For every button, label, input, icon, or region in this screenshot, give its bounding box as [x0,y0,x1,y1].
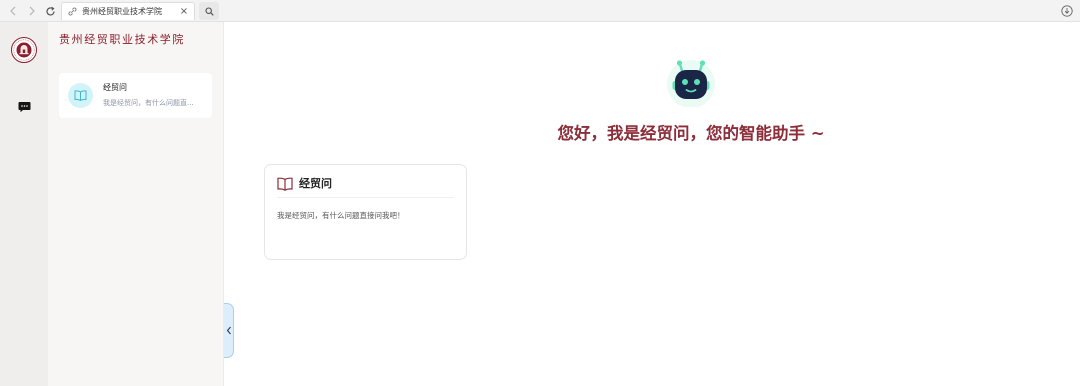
download-icon[interactable] [1059,3,1074,18]
reload-icon[interactable] [42,3,58,19]
robot-avatar-icon [666,57,716,108]
browser-toolbar: 贵州经贸职业技术学院 × [0,0,1080,22]
welcome-greeting: 您好，我是经贸问，您的智能助手 ~ [557,124,825,143]
collapse-sidebar-button[interactable] [224,303,234,358]
school-name: 贵州经贸职业技术学院 [59,33,185,46]
chat-bubble-icon[interactable] [18,98,31,113]
tab-title: 贵州经贸职业技术学院 [82,7,162,16]
assistant-intro-card[interactable]: 经贸问 我是经贸问，有什么问题直接问我吧！ [264,164,467,260]
book-icon [68,83,93,108]
card-header: 经贸问 [277,175,332,191]
back-icon[interactable] [5,3,21,19]
browser-tab[interactable]: 贵州经贸职业技术学院 × [61,2,195,20]
link-icon [67,7,77,17]
chevron-left-icon [226,326,231,335]
conversation-sidebar: 贵州经贸职业技术学院 经贸问 我是经贸问，有什么问题直... [48,22,224,386]
card-title: 经贸问 [299,177,332,190]
conversation-preview: 我是经贸问，有什么问题直... [103,99,194,107]
tab-close-icon[interactable]: × [179,6,189,17]
forward-icon[interactable] [24,3,40,19]
conversation-item[interactable]: 经贸问 我是经贸问，有什么问题直... [59,73,212,118]
conversation-title: 经贸问 [103,83,127,92]
icon-rail [0,22,48,386]
card-divider [277,197,454,198]
open-book-icon [277,176,293,191]
school-logo[interactable] [11,37,37,63]
card-description: 我是经贸问，有什么问题直接问我吧！ [277,211,405,220]
tab-search-icon[interactable] [199,2,219,20]
